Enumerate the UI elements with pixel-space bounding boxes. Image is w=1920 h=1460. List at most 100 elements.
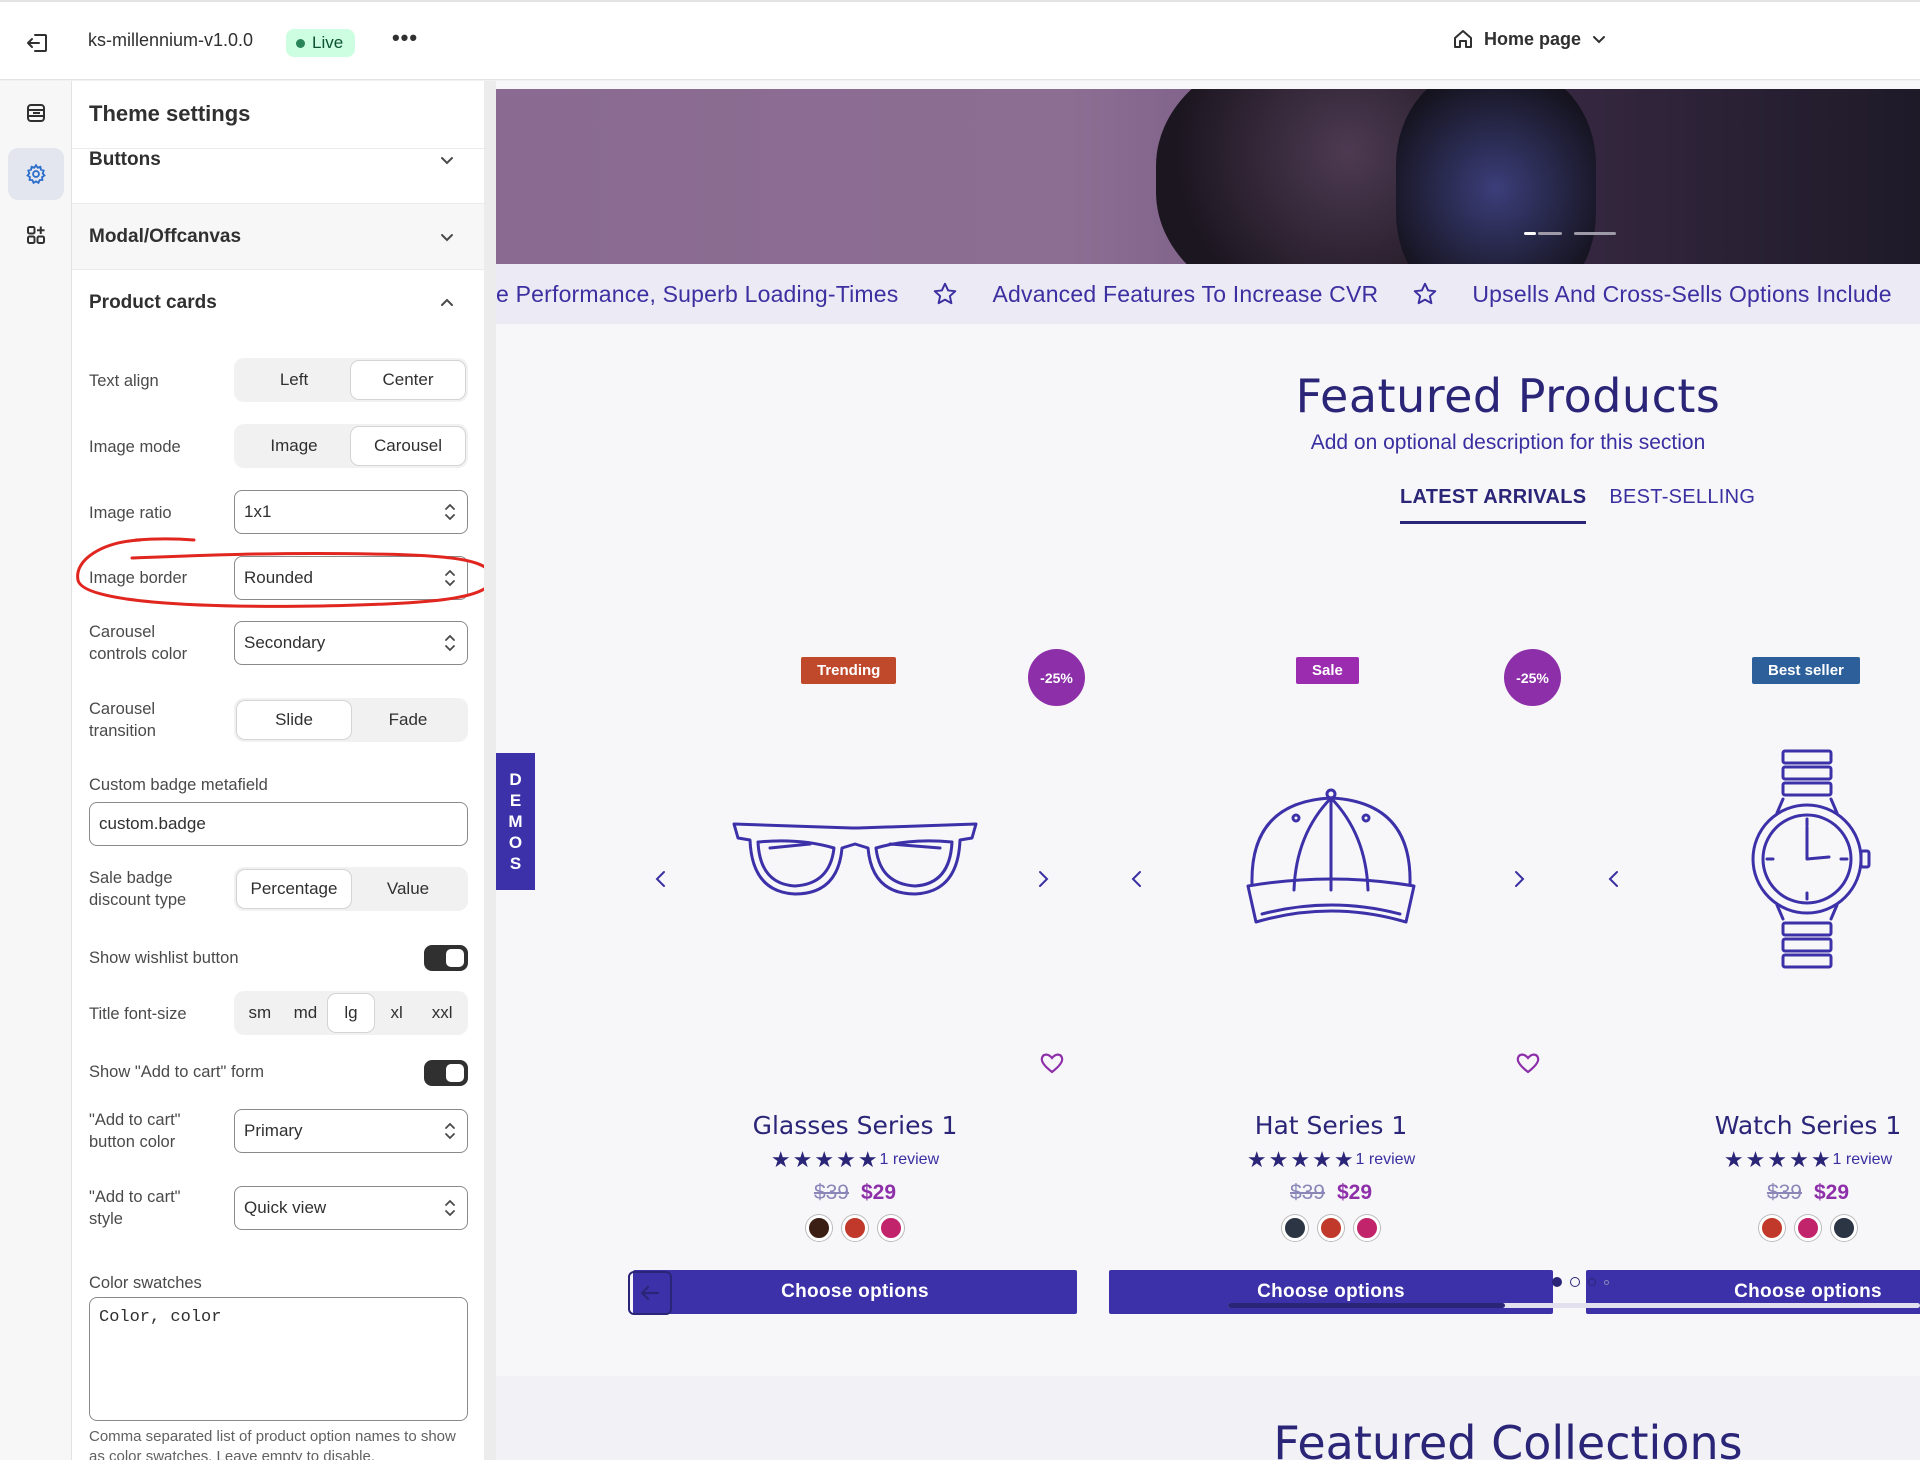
color-swatch[interactable]: [842, 1215, 868, 1241]
select-arrows-icon: [445, 503, 455, 521]
hero-image-shape: [1396, 89, 1596, 264]
star-icon: ★: [1767, 1147, 1788, 1172]
compare-price: $39: [1766, 1181, 1802, 1204]
title-font-size-control: sm md lg xl xxl: [234, 991, 468, 1035]
carousel-controls-color-select[interactable]: Secondary: [234, 621, 468, 665]
apps-nav-button[interactable]: [8, 209, 64, 261]
product-image[interactable]: [715, 749, 995, 969]
add-to-cart-style-select[interactable]: Quick view: [234, 1186, 468, 1230]
color-swatch[interactable]: [806, 1215, 832, 1241]
product-tabs: LATEST ARRIVALS BEST-SELLING: [1400, 486, 1755, 524]
product-card[interactable]: Trending -25% Glasses Series 1 ★ ★ ★ ★ ★ 1 re…: [633, 649, 1085, 1319]
product-card[interactable]: Sale -25% Hat Series 1 ★ ★ ★ ★ ★ 1 review $39…: [1109, 649, 1561, 1319]
carousel-transition-slide-option[interactable]: Slide: [237, 701, 351, 739]
carousel-transition-control: Slide Fade: [234, 698, 468, 742]
more-actions-button[interactable]: •••: [388, 27, 422, 57]
choose-options-button[interactable]: Choose options: [633, 1270, 1077, 1314]
chevron-left-icon[interactable]: [1127, 867, 1147, 891]
marquee-item: e Performance, Superb Loading-Times: [496, 280, 899, 307]
text-align-center-option[interactable]: Center: [351, 361, 465, 399]
font-size-lg-option[interactable]: lg: [328, 994, 374, 1032]
star-icon: ★: [1246, 1147, 1267, 1172]
marquee-item: Upsells And Cross-Sells Options Include: [1472, 280, 1892, 307]
color-swatches-textarea[interactable]: Color, color: [89, 1297, 468, 1421]
sale-badge-control: Percentage Value: [234, 867, 468, 911]
carousel-dot[interactable]: [1588, 1278, 1596, 1286]
chevron-right-icon[interactable]: [1509, 867, 1529, 891]
carousel-dot-active[interactable]: [1552, 1277, 1562, 1287]
exit-icon[interactable]: [24, 29, 52, 57]
carousel-dot[interactable]: [1570, 1277, 1580, 1287]
sections-nav-button[interactable]: [8, 87, 64, 139]
product-title[interactable]: Watch Series 1: [1586, 1111, 1920, 1140]
color-swatch[interactable]: [1318, 1215, 1344, 1241]
product-price: $39 $29: [633, 1181, 1077, 1205]
sale-badge-percentage-option[interactable]: Percentage: [237, 870, 351, 908]
color-swatch[interactable]: [1795, 1215, 1821, 1241]
cap-icon: [1246, 788, 1416, 924]
star-outline-icon: [934, 282, 957, 305]
show-wishlist-toggle[interactable]: [424, 945, 468, 971]
carousel-transition-fade-option[interactable]: Fade: [351, 701, 465, 739]
product-title[interactable]: Hat Series 1: [1109, 1111, 1553, 1140]
select-arrows-icon: [445, 634, 455, 652]
star-icon: ★: [1268, 1147, 1289, 1172]
color-swatch[interactable]: [1282, 1215, 1308, 1241]
product-title[interactable]: Glasses Series 1: [633, 1111, 1077, 1140]
accordion-label: Buttons: [89, 149, 161, 170]
color-swatch[interactable]: [1354, 1215, 1380, 1241]
page-selector[interactable]: Home page: [1452, 28, 1607, 50]
carousel-controls-color-label: Carousel controls color: [89, 623, 188, 663]
wishlist-heart-icon[interactable]: [1515, 1051, 1541, 1075]
accordion-label: Modal/Offcanvas: [89, 226, 242, 247]
chevron-left-icon[interactable]: [1604, 867, 1624, 891]
tab-latest-arrivals[interactable]: LATEST ARRIVALS: [1400, 486, 1587, 524]
demos-tab[interactable]: D E M O S: [496, 753, 535, 890]
sale-badge-label: Sale badge discount type: [89, 869, 187, 909]
slide-indicator[interactable]: [1538, 232, 1562, 235]
image-mode-image-option[interactable]: Image: [237, 427, 351, 465]
image-ratio-select[interactable]: 1x1: [234, 490, 468, 534]
product-card[interactable]: Best seller Watch Series 1 ★ ★ ★ ★ ★ 1 review…: [1586, 649, 1920, 1319]
carousel-dot[interactable]: [1604, 1279, 1609, 1285]
chevron-right-icon[interactable]: [1033, 867, 1053, 891]
accordion-product-cards[interactable]: Product cards: [72, 269, 484, 335]
accordion-label: Product cards: [89, 292, 217, 313]
sale-badge-value-option[interactable]: Value: [351, 870, 465, 908]
image-mode-carousel-option[interactable]: Carousel: [351, 427, 465, 465]
color-swatch[interactable]: [1831, 1215, 1857, 1241]
image-mode-control: Image Carousel: [234, 424, 468, 468]
chevron-up-icon: [441, 298, 453, 306]
font-size-sm-option[interactable]: sm: [237, 994, 283, 1032]
color-swatches-help: Comma separated list of product option n…: [89, 1428, 456, 1460]
image-border-select[interactable]: Rounded: [234, 556, 468, 600]
product-image[interactable]: [1668, 749, 1920, 969]
storefront-preview: e Performance, Superb Loading-Times Adva…: [496, 81, 1920, 1460]
color-swatch[interactable]: [878, 1215, 904, 1241]
image-mode-label: Image mode: [89, 438, 181, 456]
text-align-left-option[interactable]: Left: [237, 361, 351, 399]
chevron-left-icon[interactable]: [651, 867, 671, 891]
font-size-xxl-option[interactable]: xxl: [419, 994, 465, 1032]
custom-badge-input[interactable]: custom.badge: [89, 802, 468, 846]
page-selector-label: Home page: [1484, 28, 1582, 49]
slide-indicator-active[interactable]: [1524, 232, 1536, 235]
slide-indicator[interactable]: [1574, 232, 1616, 235]
tab-best-selling[interactable]: BEST-SELLING: [1609, 486, 1755, 524]
accordion-modal-offcanvas[interactable]: Modal/Offcanvas: [72, 203, 484, 269]
arrow-left-icon: [640, 1285, 660, 1301]
wishlist-heart-icon[interactable]: [1039, 1051, 1065, 1075]
show-add-to-cart-toggle[interactable]: [424, 1060, 468, 1086]
product-price: $39 $29: [1109, 1181, 1553, 1205]
color-swatch[interactable]: [1759, 1215, 1785, 1241]
product-image[interactable]: [1191, 749, 1471, 969]
next-section-title-text: Featured Collections: [1273, 1416, 1743, 1460]
carousel-prev-button[interactable]: [628, 1271, 672, 1315]
home-icon: [1454, 30, 1472, 48]
panel-scrollbar[interactable]: [484, 81, 496, 1460]
font-size-xl-option[interactable]: xl: [374, 994, 420, 1032]
add-to-cart-color-select[interactable]: Primary: [234, 1109, 468, 1153]
font-size-md-option[interactable]: md: [283, 994, 329, 1032]
theme-settings-nav-button[interactable]: [8, 148, 64, 200]
show-wishlist-label: Show wishlist button: [89, 949, 239, 967]
